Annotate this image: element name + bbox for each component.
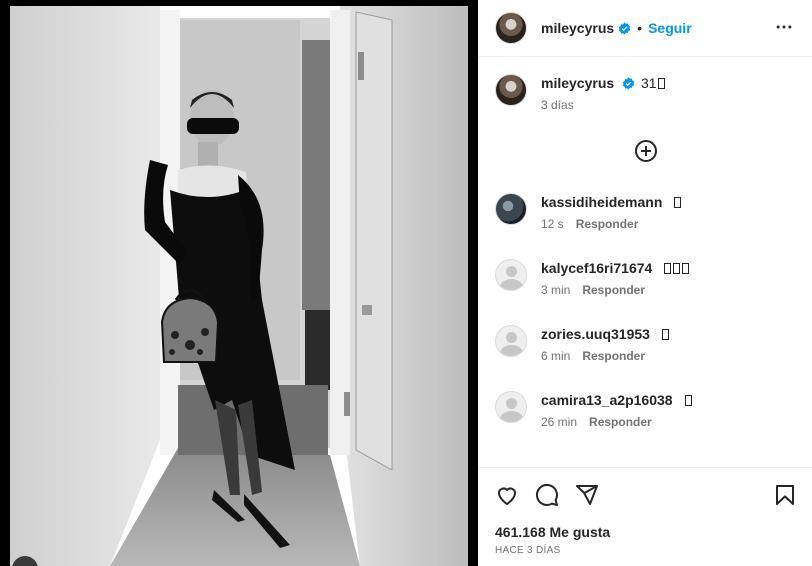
emoji-glyph (661, 329, 669, 340)
commenter-avatar[interactable] (495, 325, 527, 357)
more-horizontal-icon[interactable] (774, 17, 794, 37)
emoji-glyph (673, 263, 681, 274)
bookmark-icon[interactable] (773, 483, 797, 507)
commenter-username[interactable]: zories.uuq31953 (541, 326, 650, 342)
comment-item: kassidiheidemann 12 s Responder (495, 181, 797, 247)
reply-button[interactable]: Responder (582, 283, 645, 297)
emoji-glyph (674, 197, 682, 208)
caption-avatar[interactable] (495, 74, 527, 106)
comment-item: camira13_a2p16038 26 min Responder (495, 379, 797, 445)
caption-username[interactable]: mileycyrus (541, 75, 614, 91)
separator-dot: • (637, 20, 643, 36)
share-icon[interactable] (575, 483, 599, 507)
post-actions: 461.168 Me gusta HACE 3 DÍAS (479, 467, 812, 556)
comment-time: 3 min (541, 283, 571, 297)
reply-button[interactable]: Responder (582, 349, 645, 363)
emoji-glyph (664, 263, 672, 274)
comment-time: 6 min (541, 349, 571, 363)
caption-text: 31 (640, 75, 657, 91)
comment-icon[interactable] (535, 483, 559, 507)
post-date: HACE 3 DÍAS (495, 545, 561, 556)
reply-button[interactable]: Responder (576, 217, 639, 231)
comment-time: 12 s (541, 217, 564, 231)
load-more-comments[interactable] (495, 139, 797, 181)
commenter-avatar[interactable] (495, 259, 527, 291)
commenter-avatar[interactable] (495, 391, 527, 423)
likes-count[interactable]: 461.168 Me gusta (495, 524, 797, 540)
heart-icon[interactable] (495, 483, 519, 507)
author-avatar[interactable] (495, 12, 527, 44)
follow-button[interactable]: Seguir (648, 20, 692, 36)
commenter-username[interactable]: camira13_a2p16038 (541, 392, 673, 408)
comment-time: 26 min (541, 415, 578, 429)
commenter-username[interactable]: kalycef16ri71674 (541, 260, 652, 276)
caption-time: 3 días (541, 98, 574, 112)
action-icons (495, 480, 797, 510)
emoji-glyph (657, 78, 665, 89)
post-header: mileycyrus • Seguir (479, 0, 812, 57)
post-caption: mileycyrus 31 3 días (495, 58, 797, 133)
commenter-avatar[interactable] (495, 193, 527, 225)
comment-item: kalycef16ri71674 3 min Responder (495, 247, 797, 313)
author-username[interactable]: mileycyrus (541, 20, 614, 36)
instagram-post: mileycyrus • Seguir mileycyrus 31 3 días… (0, 0, 812, 566)
verified-badge-icon (619, 22, 631, 34)
comment-item: zories.uuq31953 6 min Responder (495, 313, 797, 379)
verified-badge-icon (622, 77, 635, 90)
plus-circle-icon[interactable] (634, 139, 658, 163)
emoji-glyph (682, 263, 690, 274)
post-photo-illustration (10, 6, 468, 566)
post-sidebar: mileycyrus • Seguir mileycyrus 31 3 días… (478, 0, 812, 566)
emoji-glyph (684, 395, 692, 406)
post-photo[interactable] (0, 0, 478, 566)
reply-button[interactable]: Responder (589, 415, 652, 429)
commenter-username[interactable]: kassidiheidemann (541, 194, 662, 210)
comments-list[interactable]: mileycyrus 31 3 días kassidiheidemann 12… (479, 58, 812, 466)
